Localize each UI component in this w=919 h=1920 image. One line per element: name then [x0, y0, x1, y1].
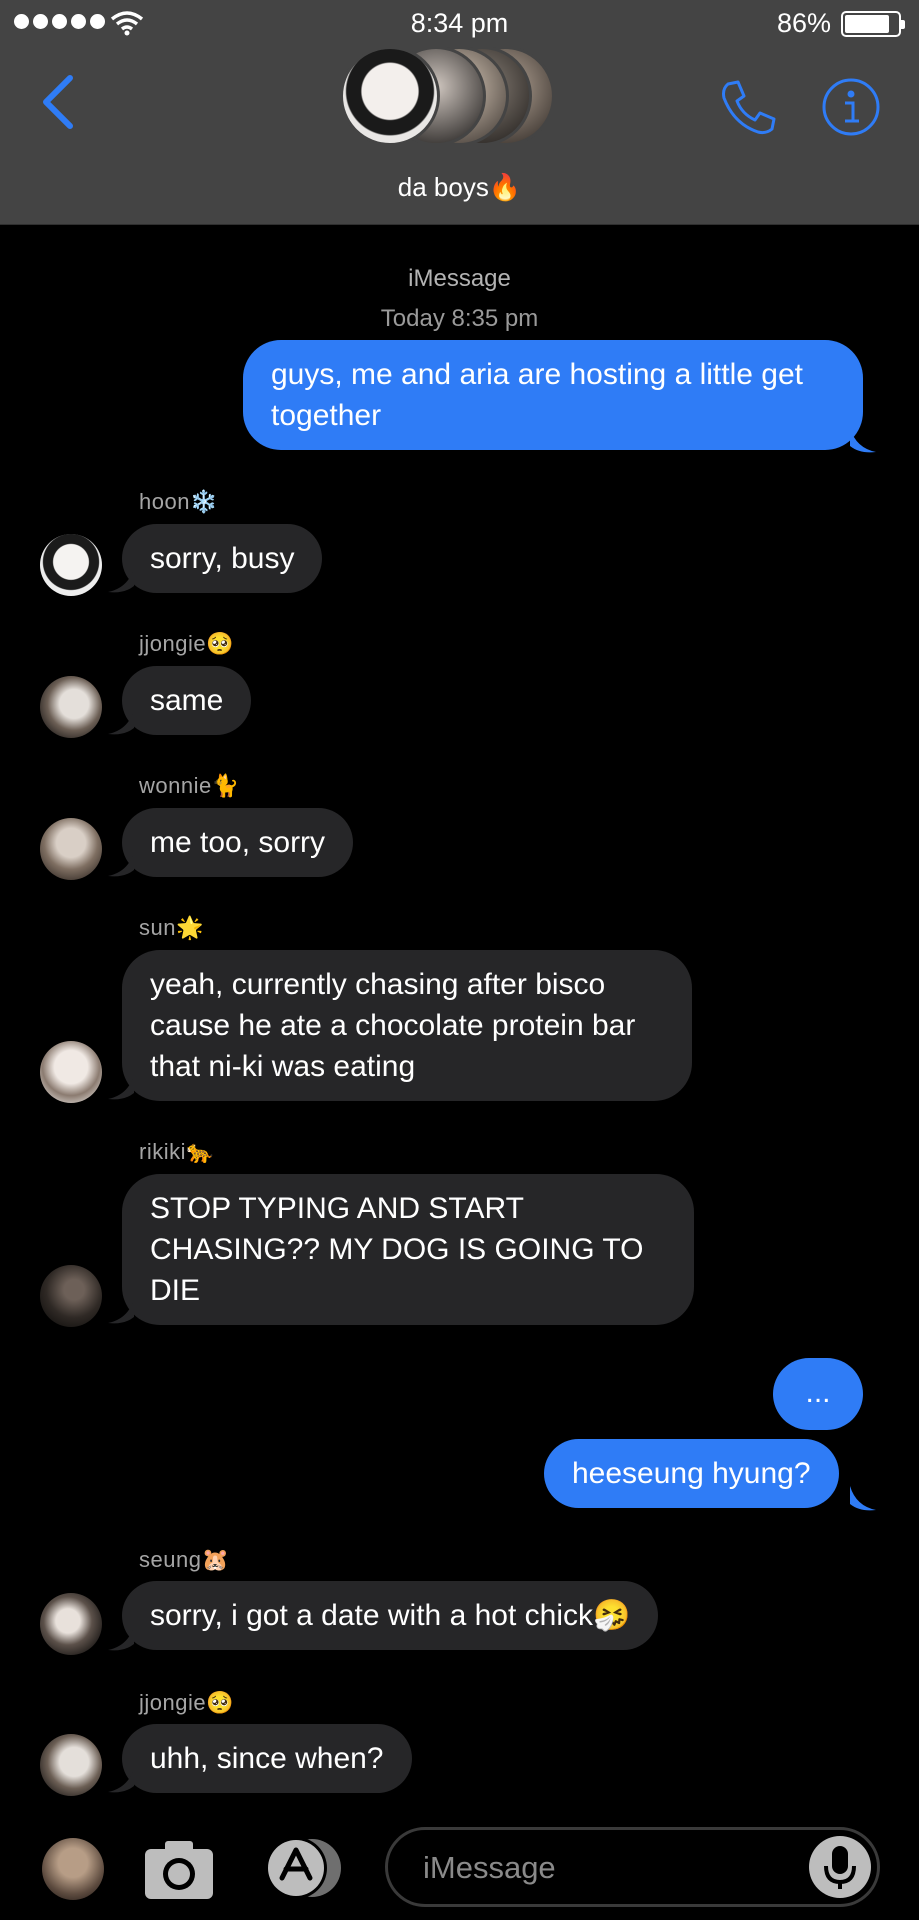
avatar[interactable] [40, 1265, 102, 1327]
bubble-tail [108, 1626, 134, 1651]
avatar[interactable] [40, 534, 102, 596]
bubble-tail [108, 1768, 134, 1793]
sender-name: jjongie🥺 [139, 631, 234, 656]
battery-percentage: 86% [776, 8, 831, 38]
thread-timestamp: Today 8:35 pm [380, 305, 539, 332]
group-avatar [340, 46, 440, 146]
back-chevron-icon[interactable] [38, 72, 78, 132]
bubble-tail [108, 1299, 134, 1324]
info-icon[interactable] [820, 76, 882, 138]
message-input[interactable]: iMessage [385, 1827, 880, 1907]
message-text: same [150, 684, 224, 717]
message-text: me too, sorry [150, 826, 326, 859]
avatar[interactable] [40, 1734, 102, 1796]
sender-name: jjongie🥺 [139, 1690, 234, 1715]
outgoing-message[interactable]: guys, me and aria are hosting a little g… [243, 340, 863, 450]
incoming-message[interactable]: STOP TYPING AND START CHASING?? MY DOG I… [122, 1174, 694, 1325]
sender-name: sun🌟 [139, 915, 204, 940]
message-text: sorry, busy [150, 542, 295, 575]
memoji-avatar-button[interactable] [42, 1838, 104, 1900]
avatar[interactable] [40, 818, 102, 880]
incoming-message[interactable]: me too, sorry [122, 808, 354, 877]
message-text: uhh, since when? [150, 1742, 384, 1775]
conversation-header: 8:34 pm 86% da boys🔥 [0, 0, 919, 225]
group-name[interactable]: da boys🔥 [0, 172, 919, 203]
message-text: heeseung hyung? [572, 1457, 811, 1490]
message-text: ... [805, 1376, 831, 1409]
outgoing-message[interactable]: ... [773, 1358, 863, 1430]
incoming-message[interactable]: same [122, 666, 252, 735]
message-text: sorry, i got a date with a hot chick🤧 [150, 1599, 631, 1632]
microphone-icon[interactable] [809, 1836, 871, 1898]
message-text: STOP TYPING AND START CHASING?? MY DOG I… [150, 1192, 644, 1307]
message-input-placeholder: iMessage [423, 1850, 556, 1885]
bubble-tail [108, 1075, 134, 1100]
app-store-icon[interactable] [262, 1836, 348, 1900]
avatar[interactable] [40, 1041, 102, 1103]
bubble-tail [850, 1486, 876, 1511]
message-text: yeah, currently chasing after bisco caus… [150, 968, 636, 1083]
incoming-message[interactable]: yeah, currently chasing after bisco caus… [122, 950, 692, 1101]
bubble-tail [850, 428, 876, 453]
bubble-tail [108, 568, 134, 593]
service-label: iMessage [408, 265, 511, 292]
sender-name: hoon❄️ [139, 489, 218, 514]
battery-icon [841, 11, 905, 37]
outgoing-message[interactable]: heeseung hyung? [544, 1439, 839, 1508]
incoming-message[interactable]: sorry, i got a date with a hot chick🤧 [122, 1581, 659, 1650]
camera-icon[interactable] [143, 1837, 215, 1901]
incoming-message[interactable]: uhh, since when? [122, 1724, 412, 1793]
group-avatar-stack[interactable] [340, 46, 580, 156]
bubble-tail [108, 710, 134, 735]
bubble-tail [108, 852, 134, 877]
avatar[interactable] [40, 676, 102, 738]
sender-name: rikiki🐆 [139, 1139, 214, 1164]
avatar[interactable] [40, 1593, 102, 1655]
sender-name: wonnie🐈 [139, 773, 240, 798]
message-text: guys, me and aria are hosting a little g… [271, 358, 803, 432]
sender-name: seung🐹 [139, 1547, 230, 1572]
incoming-message[interactable]: sorry, busy [122, 524, 323, 593]
phone-icon[interactable] [718, 76, 780, 138]
